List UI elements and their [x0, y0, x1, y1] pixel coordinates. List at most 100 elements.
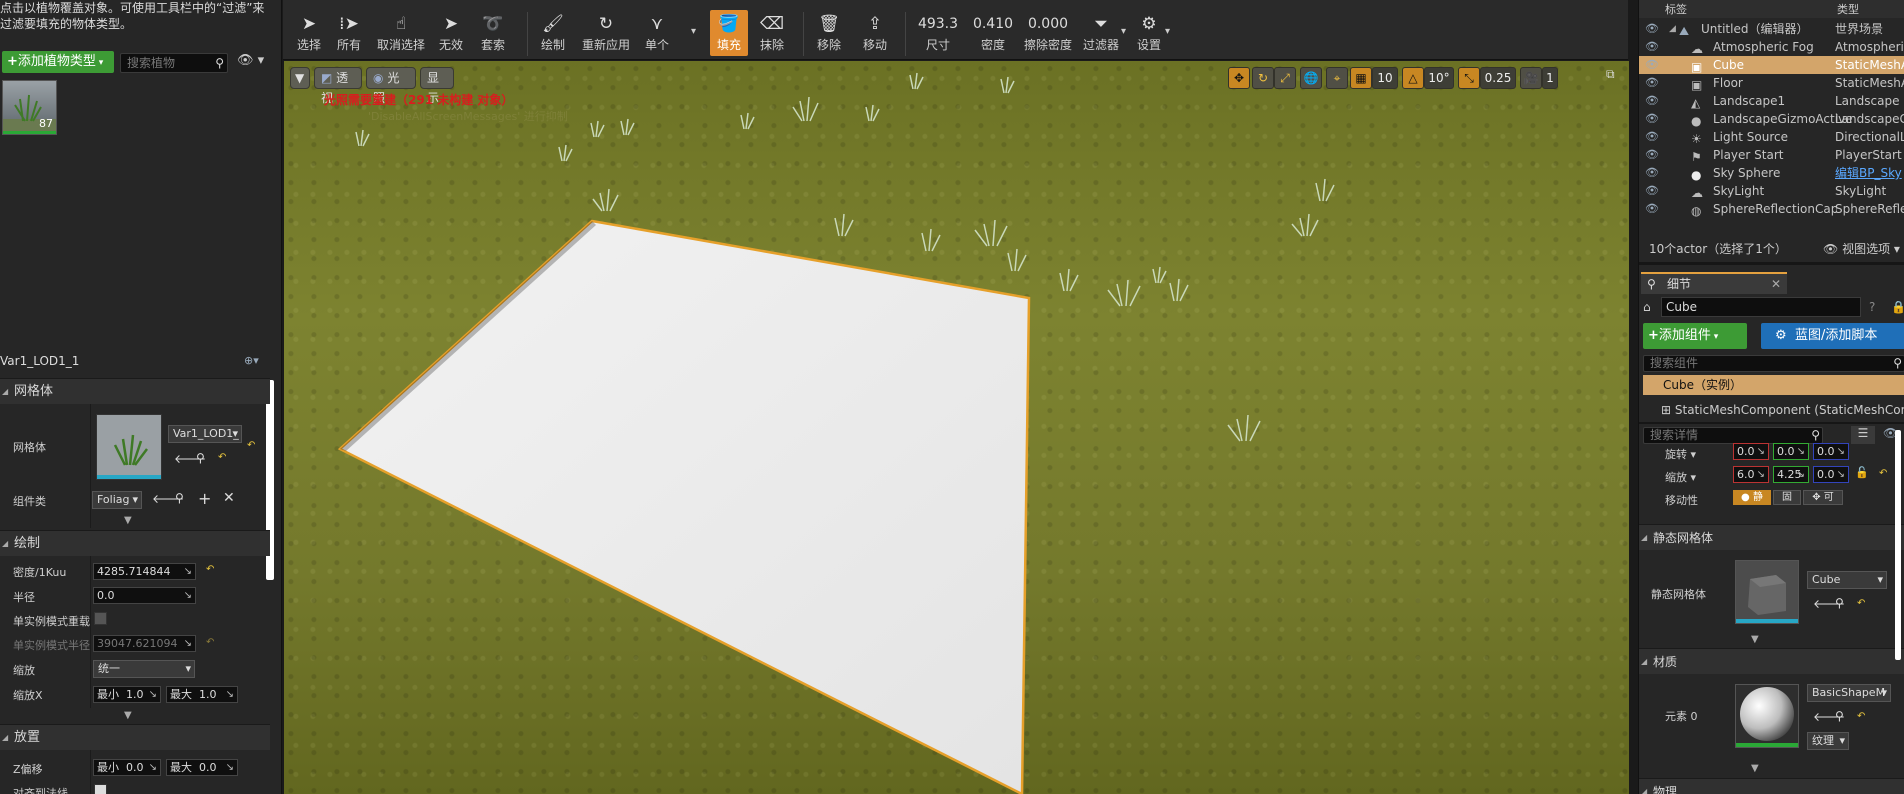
visibility-eye-icon[interactable]: 👁 — [1645, 146, 1659, 164]
visibility-eye-icon[interactable]: 👁 — [1645, 164, 1659, 182]
visibility-eye-icon[interactable]: 👁 — [1645, 20, 1659, 38]
world-local-icon[interactable]: 🌐 — [1300, 67, 1322, 89]
scale-x-max-field[interactable]: 最大 1.0 — [166, 686, 238, 703]
scale-x-min-field[interactable]: 最小 1.0 — [93, 686, 161, 703]
static-mesh-thumbnail[interactable] — [1735, 560, 1799, 624]
visibility-eye-icon[interactable]: 👁 — [1645, 128, 1659, 146]
component-tree-instance-row[interactable]: Cube（实例） — [1643, 375, 1904, 395]
blueprint-add-script-button[interactable]: ⚙ 蓝图/添加脚本 — [1761, 323, 1904, 349]
outliner-row-landscape-gizmo[interactable]: 👁 ● LandscapeGizmoActive LandscapeG — [1639, 110, 1904, 128]
show-button[interactable]: 显示 — [420, 67, 454, 105]
filter-button[interactable]: ⏷ 过滤器 — [1079, 12, 1123, 53]
grid-snap-icon[interactable]: ▦ — [1350, 67, 1372, 89]
outliner-row-world[interactable]: 👁 ◢ ⛰ Untitled（编辑器） 世界场景 — [1639, 20, 1904, 38]
expand-paint-advanced-icon[interactable]: ▼ — [124, 710, 132, 721]
browse-class-icon[interactable]: ⚲ — [175, 491, 184, 505]
scale-snap-value[interactable]: 0.25 — [1480, 67, 1516, 89]
mobility-static-toggle[interactable]: ● 静 — [1733, 490, 1771, 505]
tool-reapply[interactable]: ↻ 重新应用 — [579, 12, 633, 53]
single-dropdown-arrow-icon[interactable]: ▾ — [691, 26, 696, 37]
search-details-input[interactable]: 搜索详情 ⚲ — [1643, 427, 1823, 444]
section-placement-header[interactable]: 放置 — [0, 724, 270, 751]
section-mesh-header[interactable]: 网格体 — [0, 378, 270, 405]
scale-snap-icon[interactable]: ⤡ — [1458, 67, 1480, 89]
search-components-input[interactable]: 搜索组件 ⚲ — [1643, 355, 1904, 372]
static-mesh-dropdown[interactable]: Cube — [1807, 571, 1887, 589]
close-tab-icon[interactable]: ✕ — [1771, 274, 1781, 294]
grid-snap-value[interactable]: 10 — [1372, 67, 1398, 89]
camera-speed-icon[interactable]: 🎥 — [1520, 67, 1542, 89]
tool-fill[interactable]: 🪣 填充 — [710, 10, 748, 56]
rotate-mode-icon[interactable]: ↻ — [1252, 67, 1274, 89]
section-static-mesh-header[interactable]: 静态网格体 — [1639, 524, 1904, 551]
viewport-menu-button[interactable]: ▼ — [290, 67, 310, 89]
foliage-type-thumbnail[interactable]: 87 — [2, 80, 57, 135]
translate-mode-icon[interactable]: ✥ — [1228, 67, 1250, 89]
reset-static-mesh-icon[interactable]: ↶ — [1857, 598, 1865, 609]
add-class-icon[interactable]: + — [198, 489, 211, 508]
mobility-stationary-toggle[interactable]: 固 — [1773, 490, 1801, 505]
visibility-eye-icon[interactable]: 👁 — [1645, 38, 1659, 56]
section-physics-header[interactable]: 物理 — [1639, 778, 1904, 794]
settings-dropdown-arrow-icon[interactable]: ▾ — [1165, 26, 1170, 37]
rotation-snap-value[interactable]: 10° — [1424, 67, 1454, 89]
perspective-button[interactable]: ◩ 透视 — [314, 67, 362, 105]
level-viewport[interactable]: ▼ ◩ 透视 ◉ 光照 显示 光照需要重建（291 未构建 对象） 'Disab… — [284, 61, 1629, 794]
clear-class-icon[interactable]: ✕ — [223, 490, 235, 506]
rotation-z-field[interactable]: 0.0 — [1813, 443, 1849, 460]
outliner-row-sphere-reflection[interactable]: 👁 ◍ SphereReflectionCaptureSphereReflect — [1639, 200, 1904, 218]
outliner-row-floor[interactable]: 👁 ▣ Floor StaticMeshA — [1639, 74, 1904, 92]
browse-material-icon[interactable]: ⚲ — [1835, 709, 1844, 723]
mesh-thumbnail[interactable] — [96, 414, 162, 480]
details-scrollbar[interactable] — [1895, 430, 1901, 660]
surface-snap-icon[interactable]: ⌖ — [1326, 67, 1348, 89]
rotation-y-field[interactable]: 0.0 — [1773, 443, 1809, 460]
collapse-arrow-icon[interactable]: ◢ — [1669, 20, 1676, 38]
visibility-eye-icon[interactable]: 👁 — [1645, 200, 1659, 218]
add-foliage-type-button[interactable]: +添加植物类型 ▾ — [2, 51, 114, 73]
outliner-row-landscape[interactable]: 👁 ◭ Landscape1 Landscape — [1639, 92, 1904, 110]
paint-density-field[interactable]: 0.410 密度 — [971, 12, 1015, 53]
details-splitter[interactable] — [1639, 422, 1904, 424]
lock-icon[interactable]: 🔒 — [1891, 300, 1904, 314]
outliner-row-cube[interactable]: 👁 ▣ Cube StaticMeshA — [1639, 56, 1904, 74]
help-icon[interactable]: ? — [1869, 300, 1875, 314]
tool-paint[interactable]: 🖌 绘制 — [533, 12, 573, 53]
rotation-x-field[interactable]: 0.0 — [1733, 443, 1769, 460]
visibility-eye-icon[interactable]: 👁 — [1645, 182, 1659, 200]
reset-mesh-icon[interactable]: ↶ — [247, 440, 255, 451]
erase-density-field[interactable]: 0.000 擦除密度 — [1021, 12, 1075, 53]
scale-y-field[interactable]: 4.25 — [1773, 466, 1809, 483]
actor-name-field[interactable]: Cube — [1661, 297, 1861, 317]
lock-scale-icon[interactable]: 🔓 — [1855, 466, 1869, 479]
reset-material-icon[interactable]: ↶ — [1857, 711, 1865, 722]
tool-remove[interactable]: 🗑 移除 — [811, 12, 847, 53]
settings-button[interactable]: ⚙ 设置 — [1131, 12, 1167, 53]
details-tab[interactable]: ⚲ 细节 ✕ — [1641, 272, 1787, 294]
lit-button[interactable]: ◉ 光照 — [366, 67, 416, 105]
scaling-dropdown[interactable]: 统一 — [93, 660, 195, 678]
outliner-row-skylight[interactable]: 👁 ☁ SkyLight SkyLight — [1639, 182, 1904, 200]
outliner-row-sky-type[interactable]: 编辑BP_Sky — [1835, 164, 1902, 182]
single-instance-checkbox[interactable] — [94, 612, 107, 625]
mesh-asset-dropdown[interactable]: Var1_LOD1_ — [168, 425, 242, 443]
texture-dropdown[interactable]: 纹理 — [1807, 732, 1849, 750]
browse-search-icon[interactable]: ⚲ — [196, 451, 205, 465]
visibility-eye-icon[interactable]: 👁 — [1645, 74, 1659, 92]
expand-advanced-icon[interactable]: ▼ — [124, 515, 132, 526]
browse-mesh-icon[interactable]: ⚲ — [1835, 596, 1844, 610]
z-offset-max-field[interactable]: 最大 0.0 — [166, 759, 238, 776]
scale-z-field[interactable]: 0.0 — [1813, 466, 1849, 483]
maximize-viewport-icon[interactable]: ⧉ — [1606, 67, 1615, 82]
eye-options-icon[interactable]: 👁 ▾ — [237, 53, 264, 68]
scale-mode-icon[interactable]: ⤢ — [1274, 67, 1296, 89]
tool-invalid[interactable]: ➤ 无效 — [433, 12, 469, 53]
mobility-movable-toggle[interactable]: ✥ 可 — [1803, 490, 1843, 505]
outliner-col-label[interactable]: 标签 — [1665, 1, 1687, 17]
filter-dropdown-arrow-icon[interactable]: ▾ — [1121, 26, 1126, 37]
camera-speed-value[interactable]: 1 — [1542, 67, 1558, 89]
outliner-row-light-source[interactable]: 👁 ☀ Light Source DirectionalLi — [1639, 128, 1904, 146]
z-offset-min-field[interactable]: 最小 0.0 — [93, 759, 161, 776]
tool-erase[interactable]: ⌫ 抹除 — [754, 12, 790, 53]
section-paint-header[interactable]: 绘制 — [0, 530, 270, 557]
